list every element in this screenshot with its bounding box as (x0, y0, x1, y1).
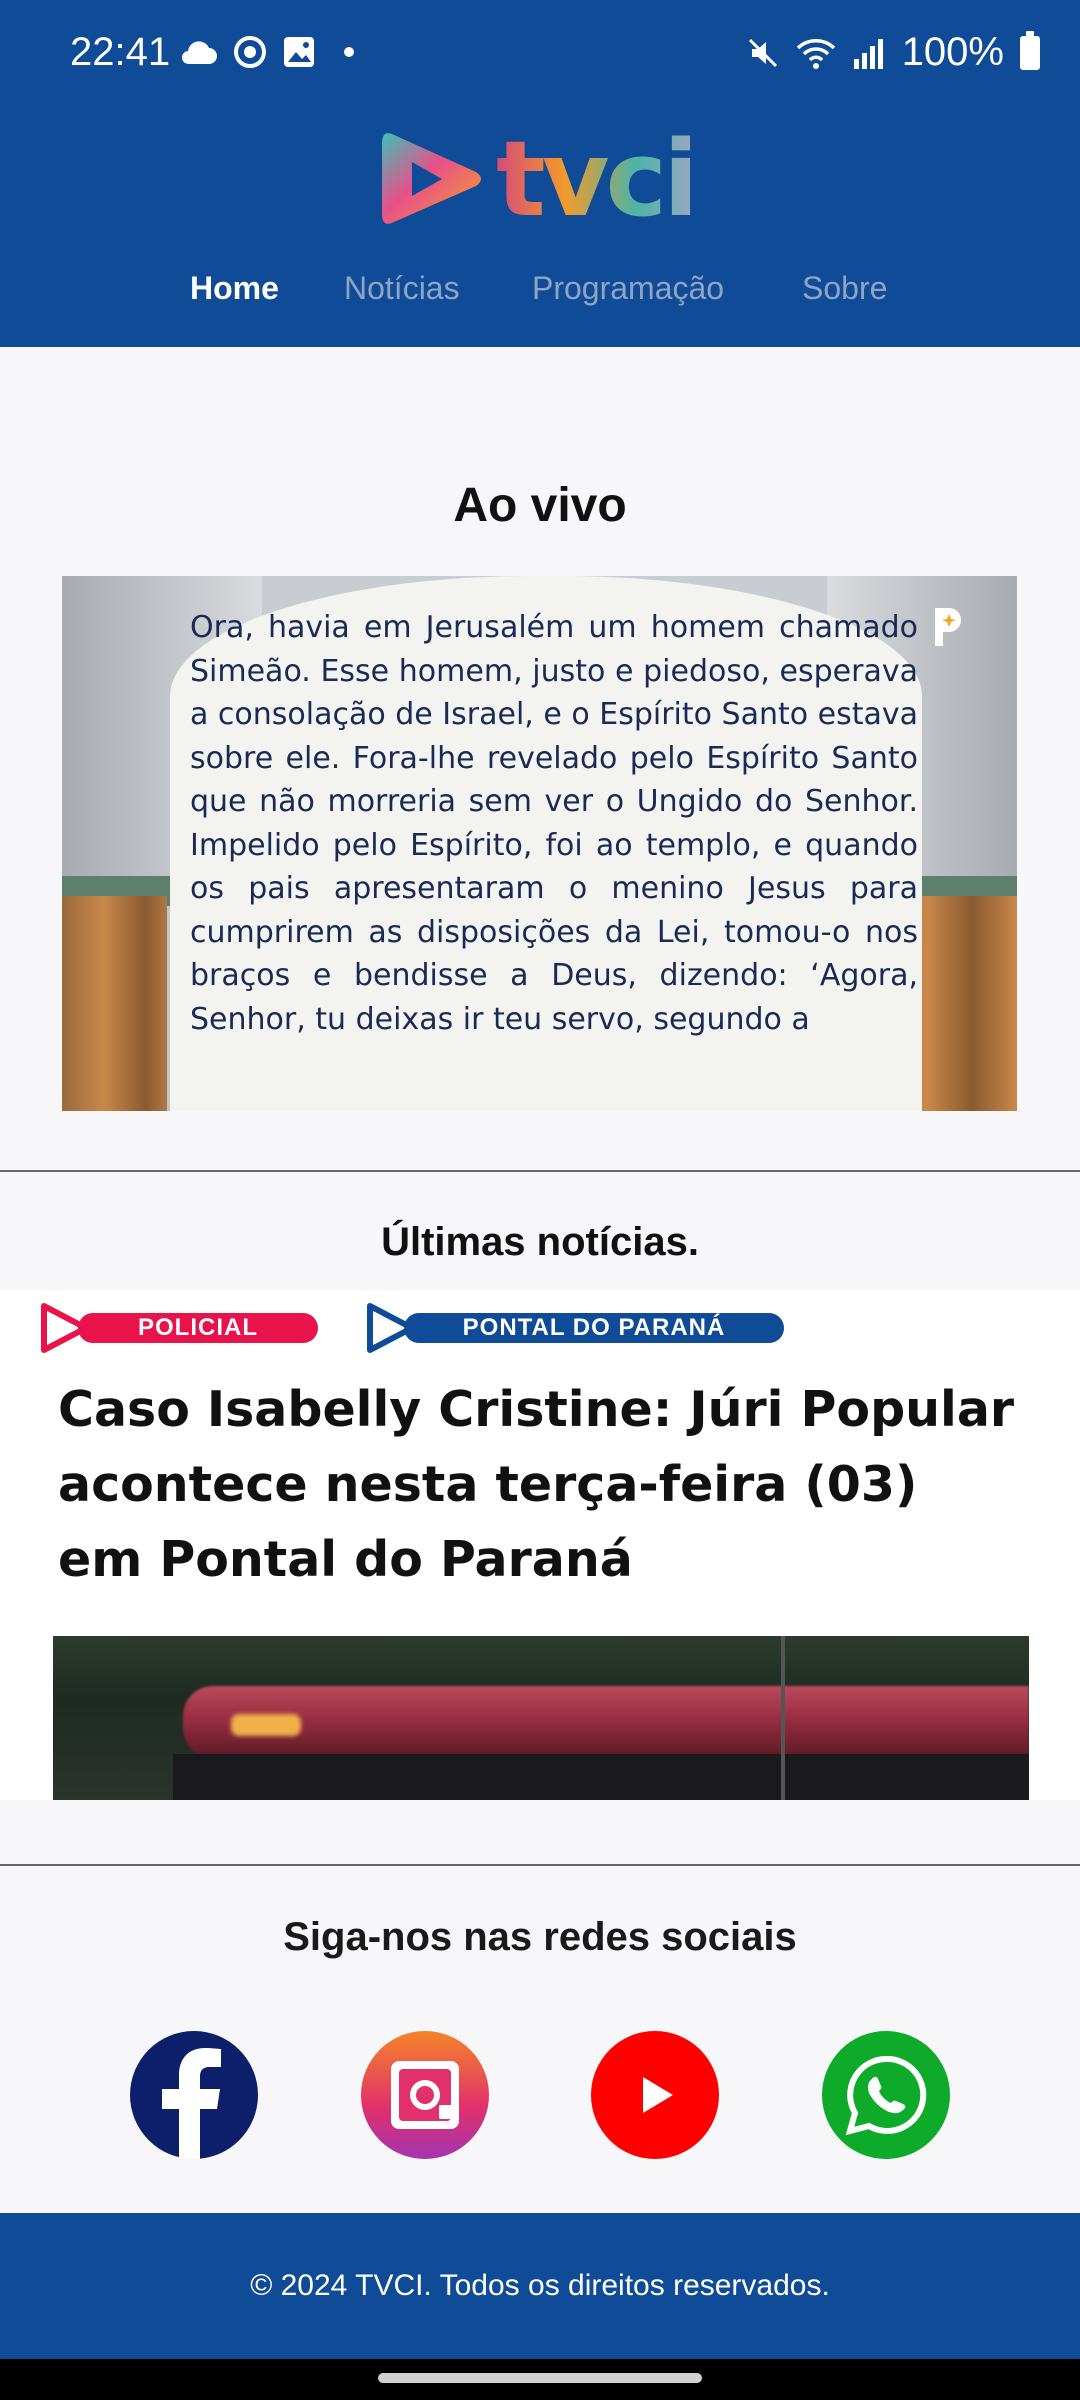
wifi-icon (796, 38, 835, 69)
channel-watermark-icon (935, 608, 961, 646)
logo-wordmark: tvci (496, 118, 699, 240)
thumbnail-pole (781, 1636, 785, 1800)
nav-home[interactable]: Home (190, 270, 279, 307)
tag-pontal-do-parana[interactable]: PONTAL DO PARANÁ (362, 1303, 784, 1353)
live-section-title: Ao vivo (453, 479, 627, 532)
thumbnail-base (173, 1754, 1029, 1800)
news-headline[interactable]: Caso Isabelly Cristine: Júri Popular aco… (58, 1372, 1018, 1597)
status-right-icons: 100% (746, 30, 1040, 75)
battery-percentage: 100% (901, 30, 1004, 74)
cloud-icon (181, 41, 217, 65)
live-video-player[interactable]: Ora, havia em Jerusalém um homem chamado… (62, 576, 1017, 1111)
status-bar: 22:41 100% (0, 0, 1080, 108)
signal-icon (853, 38, 883, 69)
battery-icon (1020, 30, 1040, 70)
site-footer: © 2024 TVCI. Todos os direitos reservado… (0, 2213, 1080, 2359)
nav-noticias[interactable]: Notícias (344, 270, 460, 307)
facebook-icon (162, 2048, 221, 2159)
section-divider (0, 1864, 1080, 1866)
youtube-icon (643, 2077, 673, 2113)
tag-label: PONTAL DO PARANÁ (404, 1313, 784, 1343)
system-navigation-bar (0, 2359, 1080, 2400)
instagram-button[interactable] (361, 2031, 489, 2159)
footer-copyright: © 2024 TVCI. Todos os direitos reservado… (250, 2269, 830, 2302)
whatsapp-icon (845, 2055, 927, 2136)
notification-dot-icon (344, 47, 354, 57)
nav-sobre[interactable]: Sobre (802, 270, 887, 307)
tag-policial[interactable]: POLICIAL (36, 1303, 318, 1353)
thumbnail-light (231, 1714, 301, 1736)
play-logo-icon (382, 133, 481, 224)
video-scripture-text: Ora, havia em Jerusalém um homem chamado… (190, 610, 918, 1037)
image-icon (284, 37, 314, 67)
nav-programacao[interactable]: Programação (532, 270, 724, 307)
status-left-icons (180, 34, 354, 70)
main-navigation: Home Notícias Programação Sobre (0, 270, 1080, 322)
pillar-left (62, 896, 167, 1111)
news-thumbnail[interactable] (53, 1636, 1029, 1800)
mute-icon (748, 38, 777, 67)
sync-icon (234, 36, 266, 68)
social-heading: Siga-nos nas redes sociais (283, 1915, 797, 1959)
tag-label: POLICIAL (78, 1313, 318, 1343)
status-time: 22:41 (70, 30, 171, 74)
section-divider (0, 1170, 1080, 1172)
instagram-icon (391, 2061, 459, 2129)
app-header: 22:41 100% tvci Home Notícias Programaçã… (0, 0, 1080, 347)
news-section-heading: Últimas notícias. (381, 1220, 699, 1264)
facebook-button[interactable] (130, 2031, 258, 2159)
youtube-button[interactable] (591, 2031, 719, 2159)
home-indicator[interactable] (378, 2373, 702, 2383)
tvci-logo[interactable]: tvci (378, 124, 703, 234)
thumbnail-siren (183, 1686, 1029, 1758)
whatsapp-button[interactable] (822, 2031, 950, 2159)
